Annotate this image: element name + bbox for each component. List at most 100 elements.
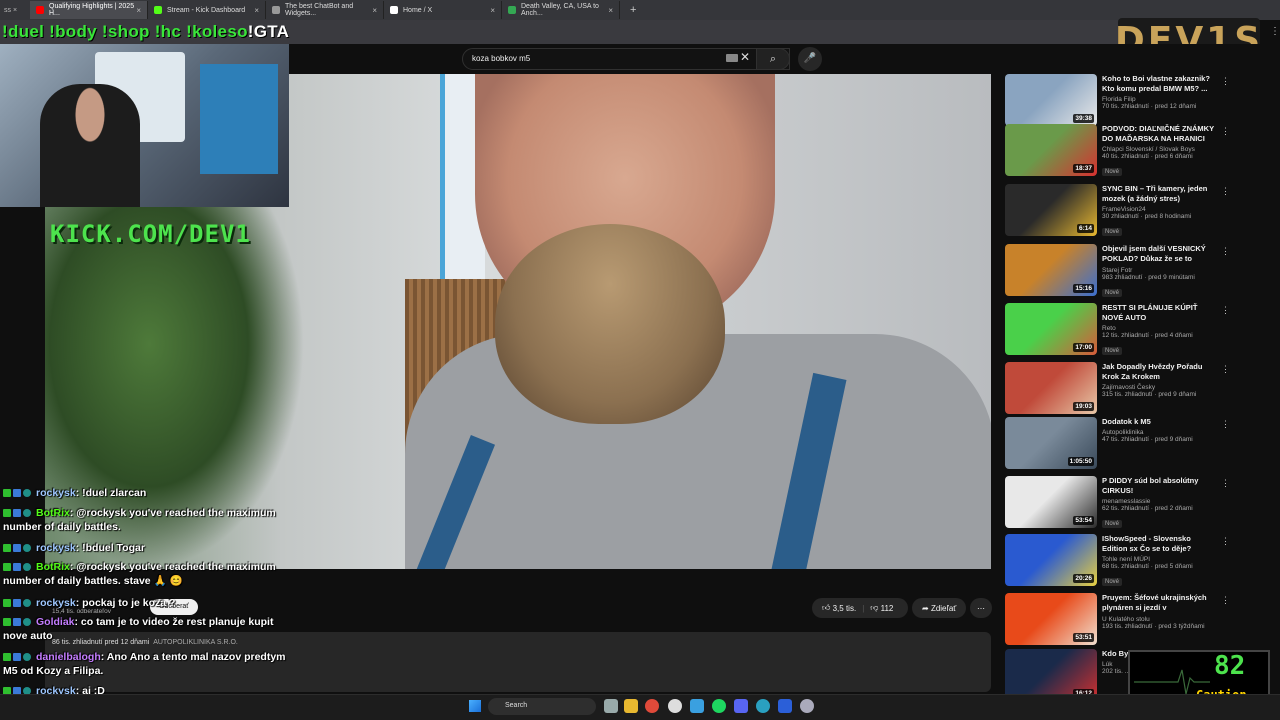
tab-0[interactable]: Qualifying Highlights | 2025 H... × xyxy=(30,1,148,19)
tab-1[interactable]: Stream - Kick Dashboard × xyxy=(148,1,266,19)
more-icon[interactable]: ⋮ xyxy=(1221,76,1230,87)
notes-icon[interactable] xyxy=(690,699,704,713)
recommended-video[interactable]: 39:38 Koho to Boi vlastne zakaznik? Kto k… xyxy=(1005,74,1237,130)
more-icon[interactable]: ⋮ xyxy=(1221,478,1230,489)
video-title[interactable]: IShowSpeed - Slovensko Edition sx Čo se … xyxy=(1102,534,1217,554)
chat-username[interactable]: Goldiak xyxy=(36,616,75,628)
new-badge: Nové xyxy=(1102,228,1123,236)
like-count[interactable]: 3,5 tis. xyxy=(833,604,857,613)
dislike-count[interactable]: 112 xyxy=(881,604,894,613)
tab-3[interactable]: Home / X × xyxy=(384,1,502,19)
dislike-icon[interactable]: 👎︎ xyxy=(870,603,878,613)
tab-2[interactable]: The best ChatBot and Widgets... × xyxy=(266,1,384,19)
taskbar-search[interactable]: Search xyxy=(488,698,596,715)
close-icon[interactable]: × xyxy=(608,6,613,15)
more-icon[interactable]: ⋮ xyxy=(1221,305,1230,316)
file-explorer-icon[interactable] xyxy=(624,699,638,713)
video-title[interactable]: Pruyem: Šéfové ukrajinských plynáren si … xyxy=(1102,593,1217,614)
like-icon[interactable]: 👍︎ xyxy=(822,603,830,613)
video-title[interactable]: Jak Dopadly Hvězdy Pořadu Krok Za Krokem xyxy=(1102,362,1217,382)
tab-overflow[interactable]: ss × xyxy=(0,7,30,14)
video-duration: 20:26 xyxy=(1073,574,1094,583)
more-actions-button[interactable]: ⋯ xyxy=(970,598,992,618)
start-icon[interactable] xyxy=(469,700,481,712)
video-channel[interactable]: Zajímavosti Česky xyxy=(1102,384,1217,391)
task-view-icon[interactable] xyxy=(604,699,618,713)
video-thumbnail[interactable]: 17:00 xyxy=(1005,303,1097,355)
clear-search-icon[interactable]: ✕ xyxy=(740,50,750,64)
chat-username[interactable]: BotRix xyxy=(36,507,70,519)
edge-icon[interactable] xyxy=(756,699,770,713)
word-icon[interactable] xyxy=(778,699,792,713)
video-channel[interactable]: FrameVision24 xyxy=(1102,206,1217,213)
chrome-icon[interactable] xyxy=(645,699,659,713)
close-icon[interactable]: × xyxy=(136,6,141,15)
more-icon[interactable]: ⋮ xyxy=(1221,186,1230,197)
video-channel[interactable]: Autopoliklinika xyxy=(1102,429,1217,436)
discord-icon[interactable] xyxy=(734,699,748,713)
recommended-video[interactable]: 53:51 Pruyem: Šéfové ukrajinských plynáre… xyxy=(1005,593,1237,649)
video-channel[interactable]: Chlapci Slovenskí / Slovak Boys xyxy=(1102,146,1217,153)
video-thumbnail[interactable]: 1:05:50 xyxy=(1005,417,1097,469)
video-thumbnail[interactable]: 53:54 xyxy=(1005,476,1097,528)
video-title[interactable]: Objevil jsem další VESNICKÝ POKLAD? Důka… xyxy=(1102,244,1217,265)
video-channel[interactable]: Starej Fotr xyxy=(1102,267,1217,274)
more-icon[interactable]: ⋮ xyxy=(1221,126,1230,137)
recommended-video[interactable]: 53:54 P DIDDY súd bol absolútny CIRKUS! me… xyxy=(1005,476,1237,532)
chat-username[interactable]: danielbalogh xyxy=(36,651,101,663)
video-title[interactable]: RESTT SI PLÁNUJE KÚPIŤ NOVÉ AUTO xyxy=(1102,303,1217,323)
more-icon[interactable]: ⋮ xyxy=(1221,536,1230,547)
tab-label: The best ChatBot and Widgets... xyxy=(285,3,354,17)
sub-badge-icon xyxy=(13,489,21,498)
keyboard-icon[interactable] xyxy=(726,54,738,62)
voice-search-button[interactable]: 🎤 xyxy=(798,47,822,71)
video-channel[interactable]: Tohle není MÚPI xyxy=(1102,556,1217,563)
new-tab-button[interactable]: + xyxy=(630,4,636,16)
chat-username[interactable]: rockysk xyxy=(36,487,76,499)
close-icon[interactable]: × xyxy=(254,6,259,15)
share-button[interactable]: ➦ Zdieľať xyxy=(912,598,966,618)
close-icon[interactable]: × xyxy=(490,6,495,15)
video-thumbnail[interactable]: 6:14 xyxy=(1005,184,1097,236)
recommended-video[interactable]: 1:05:50 Dodatok k M5 Autopoliklinika 47 tis… xyxy=(1005,417,1237,473)
chat-username[interactable]: rockysk xyxy=(36,542,76,554)
steam-icon[interactable] xyxy=(800,699,814,713)
recommended-video[interactable]: 6:14 SYNC BIN – Tři kamery, jeden mozek (… xyxy=(1005,184,1237,240)
video-channel[interactable]: Florida Filip xyxy=(1102,96,1217,103)
chat-username[interactable]: rockysk xyxy=(36,597,76,609)
video-title[interactable]: PODVOD: DIAĽNIČNÉ ZNÁMKY DO MAĎARSKA NA … xyxy=(1102,124,1217,144)
search-button[interactable]: ⌕ xyxy=(756,48,790,70)
video-channel[interactable]: Reto xyxy=(1102,325,1217,332)
video-thumbnail[interactable]: 53:51 xyxy=(1005,593,1097,645)
recommended-video[interactable]: 19:03 Jak Dopadly Hvězdy Pořadu Krok Za K… xyxy=(1005,362,1237,418)
like-dislike-group: 👍︎ 3,5 tis. | 👎︎ 112 xyxy=(812,598,908,618)
video-channel[interactable]: menamesslassie xyxy=(1102,498,1217,505)
tab-4[interactable]: Death Valley, CA, USA to Anch... × xyxy=(502,1,620,19)
video-channel[interactable]: U Kulatého stolu xyxy=(1102,616,1217,623)
video-title[interactable]: Dodatok k M5 xyxy=(1102,417,1217,427)
video-title[interactable]: Koho to Boi vlastne zakaznik? Kto komu p… xyxy=(1102,74,1217,94)
more-icon[interactable]: ⋮ xyxy=(1221,246,1230,257)
recommended-video[interactable]: 15:16 Objevil jsem další VESNICKÝ POKLAD?… xyxy=(1005,244,1237,300)
more-icon[interactable]: ⋮ xyxy=(1221,595,1230,606)
more-icon[interactable]: ⋮ xyxy=(1270,26,1280,37)
recommended-video[interactable]: 17:00 RESTT SI PLÁNUJE KÚPIŤ NOVÉ AUTO Ret… xyxy=(1005,303,1237,359)
video-title[interactable]: P DIDDY súd bol absolútny CIRKUS! xyxy=(1102,476,1217,496)
video-thumbnail[interactable]: 39:38 xyxy=(1005,74,1097,126)
video-thumbnail[interactable]: 15:16 xyxy=(1005,244,1097,296)
video-title[interactable]: SYNC BIN – Tři kamery, jeden mozek (a žá… xyxy=(1102,184,1217,204)
chat-username[interactable]: BotRix xyxy=(36,561,70,573)
more-icon[interactable]: ⋮ xyxy=(1221,364,1230,375)
recommended-video[interactable]: 18:37 PODVOD: DIAĽNIČNÉ ZNÁMKY DO MAĎARSK… xyxy=(1005,124,1237,180)
youtube-icon xyxy=(36,6,44,14)
app-icon[interactable] xyxy=(668,699,682,713)
verified-badge-icon xyxy=(23,618,31,627)
video-thumbnail[interactable]: 18:37 xyxy=(1005,124,1097,176)
more-icon[interactable]: ⋮ xyxy=(1221,419,1230,430)
video-thumbnail[interactable]: 19:03 xyxy=(1005,362,1097,414)
spotify-icon[interactable] xyxy=(712,699,726,713)
close-icon[interactable]: × xyxy=(372,6,377,15)
recommended-video[interactable]: 20:26 IShowSpeed - Slovensko Edition sx Č… xyxy=(1005,534,1237,590)
video-thumbnail[interactable]: 20:26 xyxy=(1005,534,1097,586)
tab-label: Stream - Kick Dashboard xyxy=(167,6,246,14)
